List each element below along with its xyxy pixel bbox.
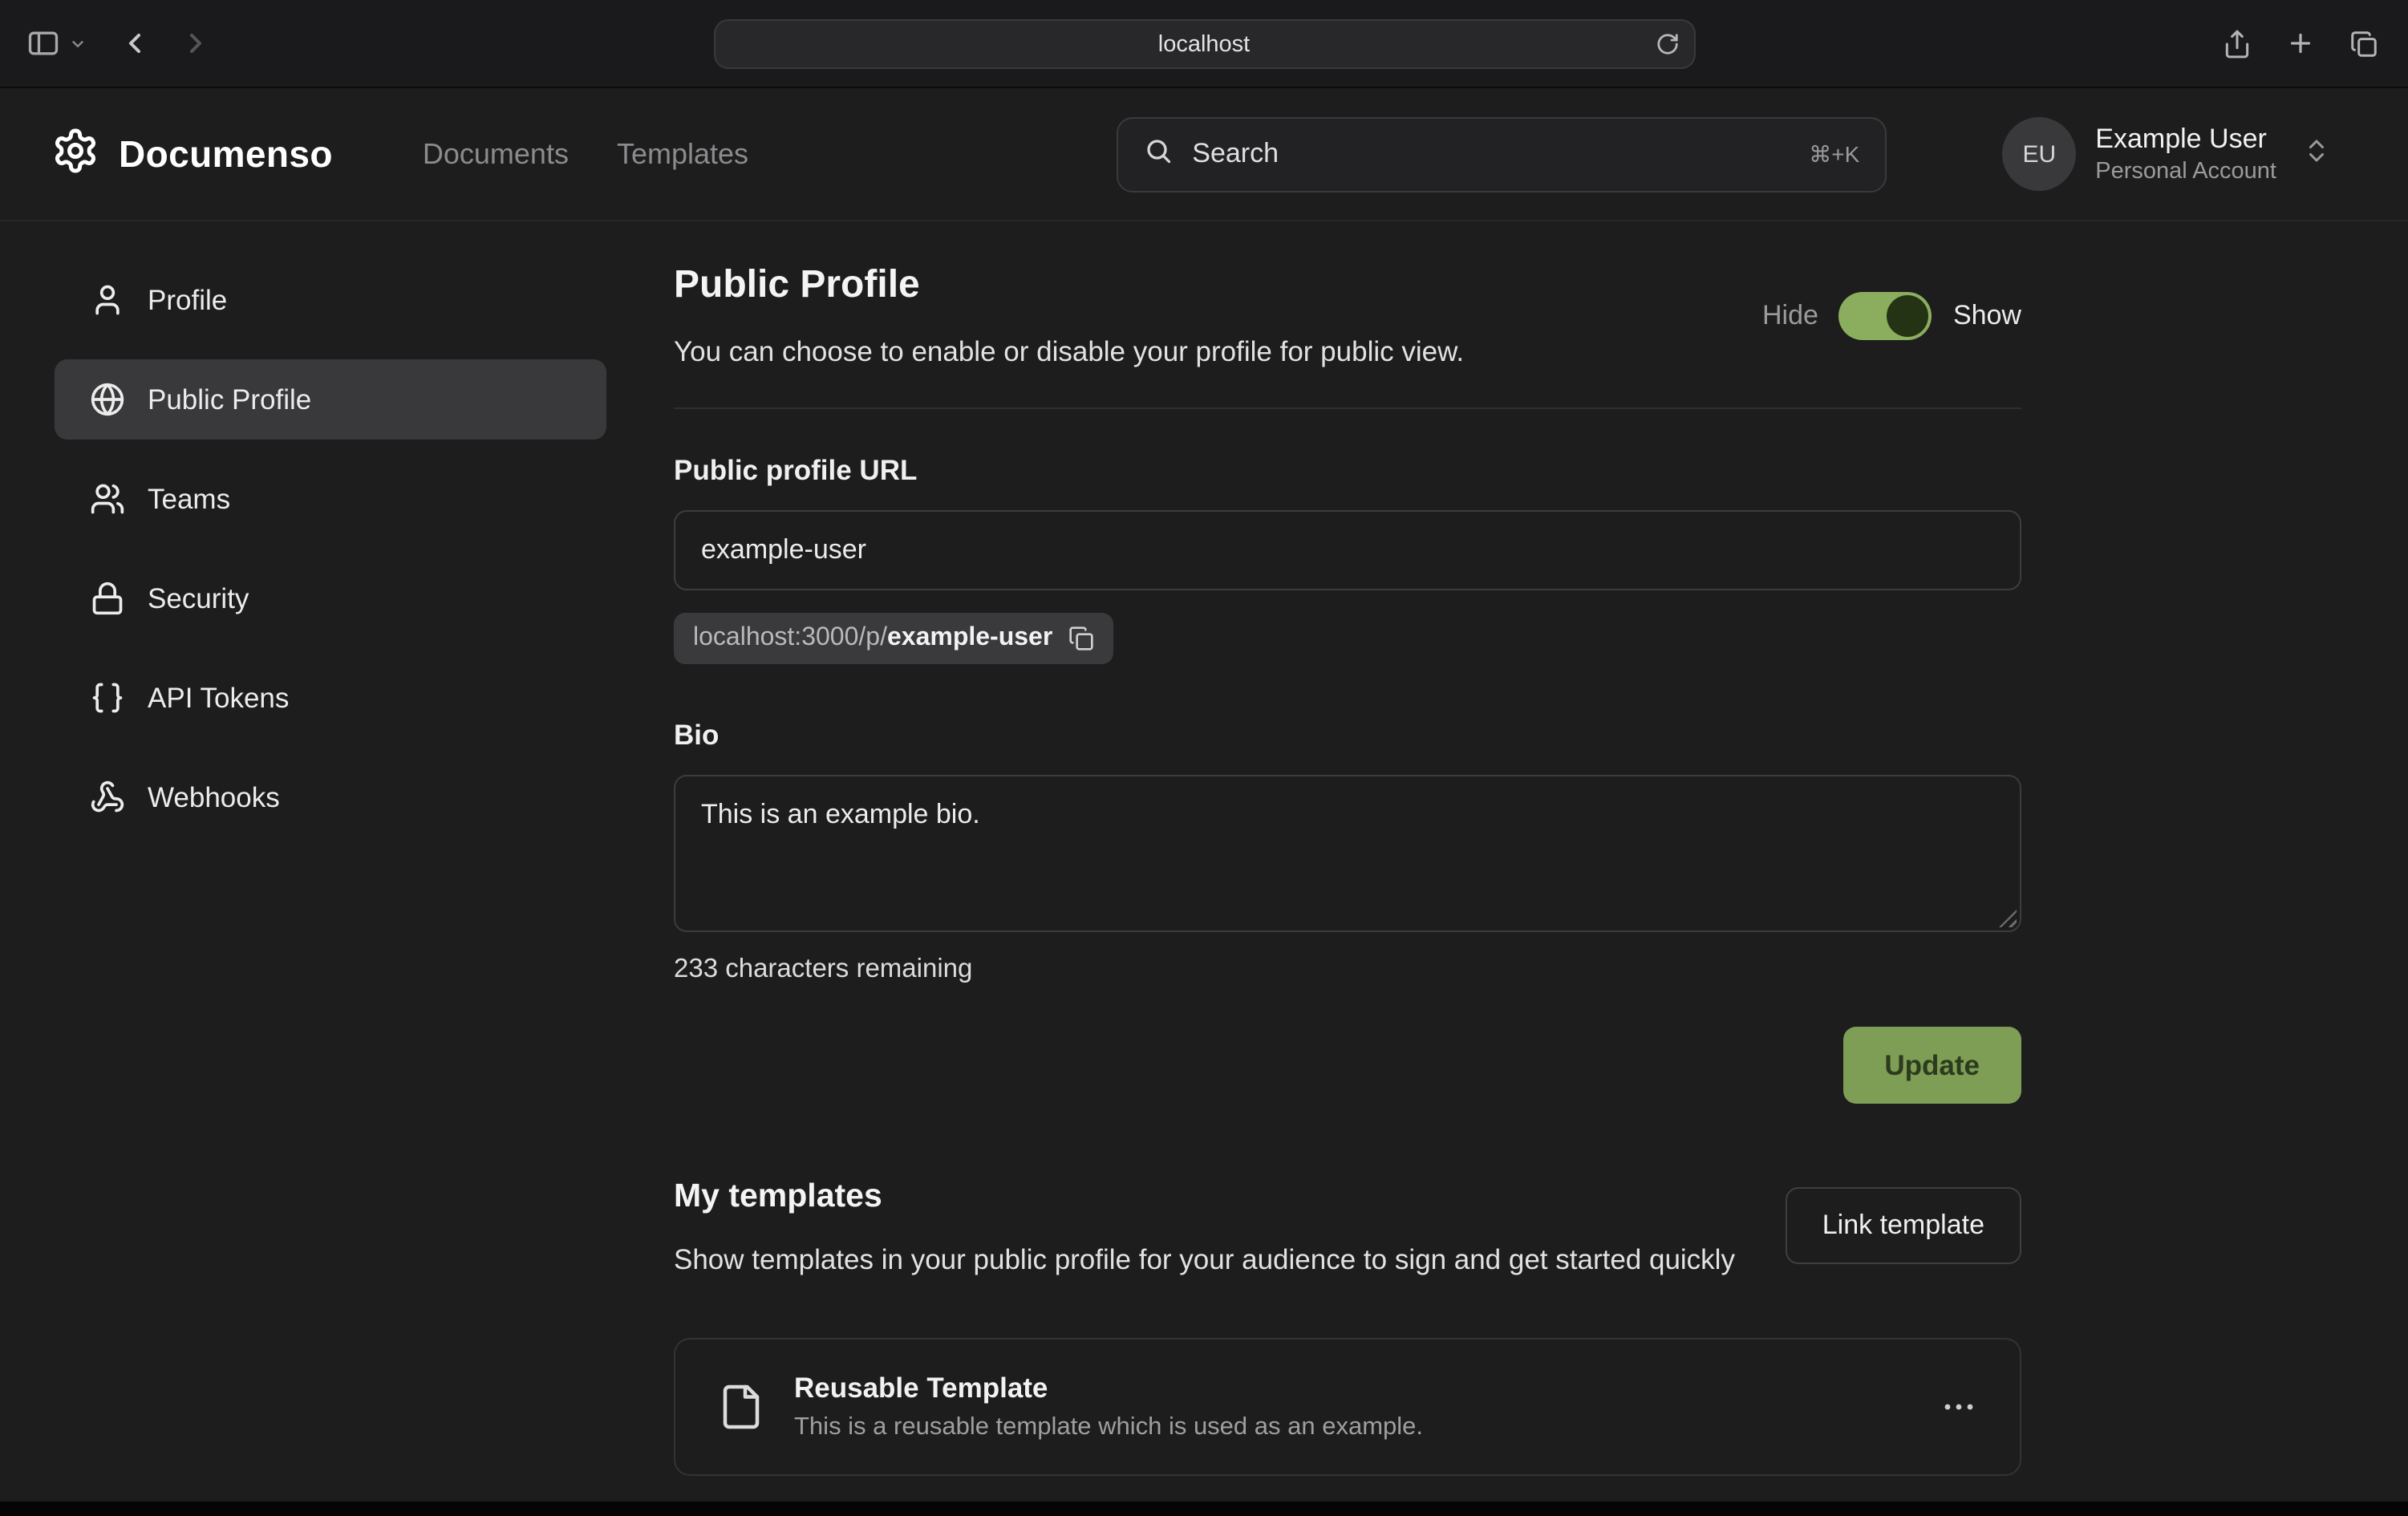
account-menu-trigger[interactable]: EU Example User Personal Account	[2002, 117, 2331, 191]
page-subtitle: You can choose to enable or disable your…	[674, 330, 1464, 372]
sidebar-item-label: Security	[148, 582, 249, 615]
browser-sidebar-icon[interactable]	[26, 26, 61, 61]
address-bar-url: localhost	[1158, 31, 1250, 57]
sidebar-item-teams[interactable]: Teams	[55, 459, 606, 539]
toggle-hide-label: Hide	[1762, 300, 1818, 332]
sidebar-item-label: API Tokens	[148, 681, 289, 715]
new-tab-icon[interactable]	[2286, 29, 2315, 58]
template-card: Reusable Template This is a reusable tem…	[674, 1338, 2021, 1476]
forward-icon[interactable]	[180, 27, 212, 59]
link-template-button[interactable]: Link template	[1786, 1187, 2021, 1264]
lock-icon	[90, 581, 125, 616]
window-bottom-edge	[0, 1502, 2408, 1516]
copy-icon[interactable]	[1068, 626, 1094, 651]
refresh-icon[interactable]	[1655, 32, 1679, 56]
avatar: EU	[2002, 117, 2076, 191]
sidebar-item-label: Webhooks	[148, 780, 280, 814]
brand[interactable]: Documenso	[51, 126, 333, 182]
template-name: Reusable Template	[794, 1372, 1423, 1405]
top-nav: Documents Templates	[423, 137, 748, 171]
main-content: Public Profile You can choose to enable …	[610, 221, 2408, 1476]
users-icon	[90, 481, 125, 517]
account-meta: Example User Personal Account	[2095, 123, 2276, 186]
toggle-show-label: Show	[1953, 300, 2021, 332]
more-options-icon[interactable]	[1940, 1388, 1978, 1426]
profile-url-preview: localhost:3000/p/example-user	[674, 613, 1113, 664]
settings-sidebar: Profile Public Profile Teams Security	[0, 221, 610, 857]
sidebar-item-webhooks[interactable]: Webhooks	[55, 757, 606, 837]
webhook-icon	[90, 780, 125, 815]
search-shortcut: ⌘+K	[1809, 140, 1859, 168]
sidebar-item-security[interactable]: Security	[55, 558, 606, 638]
page-title: Public Profile	[674, 260, 1464, 311]
chevron-down-icon[interactable]	[69, 34, 87, 52]
browser-window: localhost Documenso Documents	[0, 0, 2408, 1516]
account-name: Example User	[2095, 123, 2276, 157]
bio-textarea[interactable]: This is an example bio.	[674, 775, 2021, 932]
back-icon[interactable]	[119, 27, 151, 59]
sidebar-item-label: Teams	[148, 482, 230, 516]
toggle-knob	[1887, 295, 1929, 337]
my-templates-description: Show templates in your public profile fo…	[674, 1238, 1735, 1280]
sidebar-item-label: Public Profile	[148, 383, 311, 416]
profile-visibility-toggle[interactable]	[1839, 292, 1932, 340]
template-description: This is a reusable template which is use…	[794, 1413, 1423, 1442]
search-input[interactable]: Search ⌘+K	[1117, 116, 1887, 192]
address-bar[interactable]: localhost	[713, 19, 1695, 69]
divider	[674, 407, 2021, 409]
braces-icon	[90, 680, 125, 715]
search-placeholder: Search	[1192, 138, 1279, 170]
profile-visibility-toggle-group: Hide Show	[1762, 292, 2021, 340]
tab-overview-icon[interactable]	[2349, 28, 2379, 59]
app-header: Documenso Documents Templates Search ⌘+K…	[0, 88, 2408, 221]
characters-remaining: 233 characters remaining	[674, 955, 2021, 985]
user-icon	[90, 282, 125, 318]
public-profile-url-input[interactable]	[674, 510, 2021, 590]
share-icon[interactable]	[2222, 28, 2252, 59]
sidebar-item-label: Profile	[148, 283, 227, 317]
my-templates-header: My templates Show templates in your publ…	[674, 1178, 1735, 1280]
brand-name: Documenso	[119, 132, 333, 176]
sidebar-item-public-profile[interactable]: Public Profile	[55, 359, 606, 440]
nav-documents[interactable]: Documents	[423, 137, 569, 171]
my-templates-section: My templates Show templates in your publ…	[674, 1178, 2021, 1476]
profile-url-text: localhost:3000/p/example-user	[693, 624, 1052, 653]
browser-toolbar: localhost	[0, 0, 2408, 88]
chevrons-up-down-icon	[2302, 136, 2331, 172]
bio-label: Bio	[674, 719, 2021, 752]
account-type: Personal Account	[2095, 156, 2276, 185]
update-button[interactable]: Update	[1842, 1027, 2021, 1104]
file-icon	[717, 1383, 765, 1431]
template-card-text: Reusable Template This is a reusable tem…	[794, 1372, 1423, 1442]
nav-templates[interactable]: Templates	[617, 137, 748, 171]
public-profile-header: Public Profile You can choose to enable …	[674, 260, 1464, 372]
sidebar-item-api-tokens[interactable]: API Tokens	[55, 658, 606, 738]
globe-icon	[90, 382, 125, 417]
search-icon	[1144, 136, 1173, 172]
documenso-logo-icon	[51, 126, 99, 182]
public-profile-url-label: Public profile URL	[674, 454, 2021, 488]
sidebar-item-profile[interactable]: Profile	[55, 260, 606, 340]
my-templates-title: My templates	[674, 1178, 1735, 1216]
